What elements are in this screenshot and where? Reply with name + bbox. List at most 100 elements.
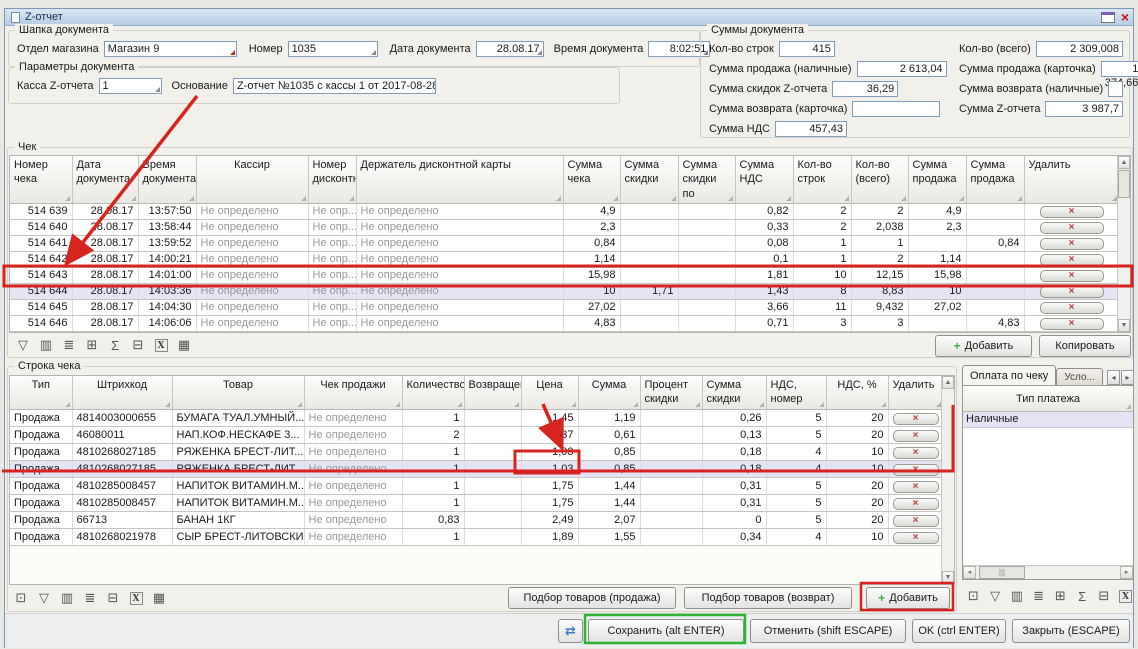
tab-scroll-left-button[interactable]: ◂ [1107,370,1120,385]
column-header[interactable]: Процент скидки [640,376,702,409]
column-header[interactable]: Время документа [138,156,196,203]
vertical-scrollbar[interactable]: ▲ ▼ [941,376,954,584]
delete-row-button[interactable]: × [893,447,939,459]
column-header[interactable]: Сумма скидки [702,376,766,409]
column-header[interactable]: НДС, % [826,376,888,409]
table-row[interactable]: 514 63928.08.1713:57:50Не определеноНе о… [10,203,1119,219]
store-dept-field[interactable]: Магазин 9 [104,41,237,57]
table-row[interactable]: Продажа4814003000655БУМАГА ТУАЛ.УМНЫЙ...… [10,409,943,426]
column-header[interactable]: НДС, номер [766,376,826,409]
tree-icon[interactable]: ⊡ [964,587,983,605]
column-header[interactable]: Кассир [196,156,308,203]
basis-field[interactable]: Z-отчет №1035 с кассы 1 от 2017-08-28 [233,78,436,94]
delete-row-button[interactable]: × [1040,318,1104,330]
excel-icon[interactable]: X [1116,587,1135,605]
column-header[interactable]: Удалить [1024,156,1119,203]
delete-row-button[interactable]: × [893,515,939,527]
copy-receipt-button[interactable]: Копировать [1039,335,1131,357]
table-row[interactable]: Продажа46080011НАП.КОФ.НЕСКАФЕ 3...Не оп… [10,426,943,443]
return-card-field[interactable] [852,101,940,117]
numbered-list-icon[interactable]: ≣ [80,589,100,607]
filter-icon[interactable]: ▽ [34,589,54,607]
table-row[interactable]: Продажа4810268027185РЯЖЕНКА БРЕСТ-ЛИТ...… [10,460,943,477]
scroll-up-button[interactable]: ▲ [942,376,954,389]
column-header[interactable]: Номер дисконтн [308,156,356,203]
qty-total-field[interactable]: 2 309,008 [1036,41,1123,57]
table-row[interactable]: Продажа4810268027185РЯЖЕНКА БРЕСТ-ЛИТ...… [10,443,943,460]
sale-card-field[interactable]: 1 374,66 [1101,61,1138,77]
table-row[interactable]: 514 64228.08.1714:00:21Не определеноНе о… [10,251,1119,267]
column-header[interactable]: Возвращено [464,376,521,409]
numbered-list-icon[interactable]: ≣ [59,336,79,354]
delete-row-button[interactable]: × [893,464,939,476]
horizontal-scrollbar[interactable]: ◂ ||| ▸ [963,565,1133,579]
table-row[interactable]: Продажа4810285008457НАПИТОК ВИТАМИН.М...… [10,477,943,494]
table-row[interactable]: Продажа66713БАНАН 1КГНе определено0,832,… [10,511,943,528]
title-bar[interactable]: Z-отчет × [5,9,1133,26]
column-header[interactable]: Держатель дисконтной карты [356,156,563,203]
scrollbar-thumb[interactable]: ||| [979,566,1025,579]
scroll-down-button[interactable]: ▼ [942,571,954,584]
columns-icon[interactable]: ▥ [57,589,77,607]
column-header[interactable]: Сумма скидки по [678,156,735,203]
column-header[interactable]: Чек продажи [304,376,402,409]
delete-row-button[interactable]: × [893,430,939,442]
delete-row-button[interactable]: × [1040,254,1104,266]
table-row[interactable]: 514 64328.08.1714:01:00Не определеноНе о… [10,267,1119,283]
vat-sum-field[interactable]: 457,43 [775,121,847,137]
delete-row-button[interactable]: × [893,413,939,425]
scroll-right-button[interactable]: ▸ [1120,566,1133,579]
column-header[interactable]: Штрихкод [72,376,172,409]
tree-icon[interactable]: ⊡ [11,589,31,607]
delete-row-button[interactable]: × [1040,286,1104,298]
scrollbar-thumb[interactable] [1118,170,1130,198]
column-header[interactable]: Сумма НДС [735,156,793,203]
delete-row-button[interactable]: × [1040,206,1104,218]
close-window-button[interactable]: Закрыть (ESCAPE) [1012,619,1130,643]
column-header[interactable]: Сумма [578,376,640,409]
scroll-down-button[interactable]: ▼ [1118,319,1130,332]
table-row[interactable]: 514 64728.08.1714:06:53Не определеноНе о… [10,331,1119,333]
filter-icon[interactable]: ▽ [13,336,33,354]
sale-cash-field[interactable]: 2 613,04 [857,61,947,77]
doc-date-field[interactable]: 28.08.17 [476,41,544,57]
discount-sum-field[interactable]: 36,29 [832,81,898,97]
column-header[interactable]: Кол-во строк [793,156,851,203]
grid-settings-icon[interactable]: ▦ [174,336,194,354]
vertical-scrollbar[interactable]: ▲ ▼ [1117,156,1130,332]
delete-row-button[interactable]: × [1040,222,1104,234]
sum-icon[interactable]: Σ [1073,587,1092,605]
column-header[interactable]: Количество [402,376,464,409]
cancel-button[interactable]: Отменить (shift ESCAPE) [750,619,906,643]
payment-row[interactable]: Наличные [963,412,1133,428]
excel-icon[interactable]: X [151,336,171,354]
delete-row-button[interactable]: × [1040,238,1104,250]
column-header[interactable]: Дата документа [72,156,138,203]
column-header[interactable]: Сумма чека [563,156,620,203]
close-button[interactable]: × [1121,12,1129,23]
scroll-left-button[interactable]: ◂ [963,566,976,579]
column-header[interactable]: Сумма скидки [620,156,678,203]
printer-icon[interactable]: ⊟ [1095,587,1114,605]
line-count-field[interactable]: 415 [779,41,835,57]
calculator-icon[interactable]: ⊞ [1051,587,1070,605]
tab-scroll-right-button[interactable]: ▸ [1121,370,1134,385]
column-header[interactable]: Сумма продажа [966,156,1024,203]
delete-row-button[interactable]: × [893,532,939,544]
delete-row-button[interactable]: × [893,498,939,510]
grid-settings-icon[interactable]: ▦ [149,589,169,607]
table-row[interactable]: 514 64528.08.1714:04:30Не определеноНе о… [10,299,1119,315]
printer-icon[interactable]: ⊟ [103,589,123,607]
table-row[interactable]: 514 64428.08.1714:03:36Не определеноНе о… [10,283,1119,299]
column-header[interactable]: Номер чека [10,156,72,203]
pick-goods-sale-button[interactable]: Подбор товаров (продажа) [508,587,676,609]
return-cash-field[interactable] [1108,81,1123,97]
table-row[interactable]: 514 64628.08.1714:06:06Не определеноНе о… [10,315,1119,331]
column-header[interactable]: Удалить [888,376,943,409]
payment-type-column-header[interactable]: Тип платежа [963,386,1133,412]
add-line-button[interactable]: + Добавить [866,587,950,609]
zreport-sum-field[interactable]: 3 987,7 [1045,101,1123,117]
refresh-button[interactable]: ⇄ [558,619,583,643]
delete-row-button[interactable]: × [893,481,939,493]
scroll-up-button[interactable]: ▲ [1118,156,1130,169]
